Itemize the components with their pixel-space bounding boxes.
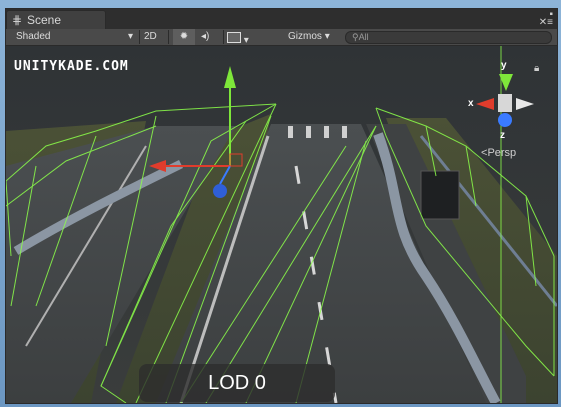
window-controls[interactable]: ▪ ✕≡ <box>539 10 553 28</box>
audio-toggle[interactable]: ◂) <box>201 29 219 45</box>
speaker-icon: ◂) <box>201 31 210 42</box>
persp-label: Persp <box>487 147 517 159</box>
dropdown-arrow-icon: ▾ <box>324 31 330 42</box>
mode-2d-button[interactable]: 2D <box>144 29 164 45</box>
scene-toolbar: Shaded ▾ 2D ✹ ◂) ▾ Gizmos ▾ ⚲All <box>6 29 557 46</box>
watermark-logo: UNITYKADE.COM <box>14 59 129 74</box>
shading-mode-label: Shaded <box>16 31 51 42</box>
lod-indicator: LOD 0 <box>139 364 335 402</box>
search-input[interactable]: ⚲All <box>345 31 552 44</box>
z-axis-handle[interactable] <box>213 184 227 198</box>
dropdown-arrow-icon: ▾ <box>243 35 249 46</box>
scene-window: ⋕ Scene ▪ ✕≡ Shaded ▾ 2D ✹ ◂) ▾ Gizmos ▾ <box>5 8 558 404</box>
menu-icon[interactable]: ✕≡ <box>539 18 553 28</box>
search-icon: ⚲ <box>352 32 359 42</box>
dropdown-arrow-icon: ▾ <box>128 31 134 42</box>
scene-viewport[interactable]: UNITYKADE.COM 🔒︎ y x z <Persp LOD 0 <box>6 46 557 403</box>
scene-tab[interactable]: ⋕ Scene <box>6 10 106 30</box>
scene-render <box>6 46 557 403</box>
gizmo-x-label: x <box>468 98 474 109</box>
toolbar-divider <box>223 30 224 44</box>
gizmos-dropdown[interactable]: Gizmos ▾ <box>288 29 338 45</box>
sun-icon: ✹ <box>179 31 189 42</box>
search-placeholder: All <box>358 32 369 42</box>
toolbar-divider <box>168 30 169 44</box>
gizmo-center-cube[interactable] <box>498 94 512 112</box>
grid-icon: ⋕ <box>12 13 23 27</box>
lock-icon[interactable]: 🔒︎ <box>534 63 539 74</box>
image-icon <box>227 32 241 43</box>
gizmos-label: Gizmos <box>288 31 322 42</box>
effects-dropdown[interactable]: ▾ <box>227 29 259 46</box>
road-sign <box>420 170 460 220</box>
gizmo-z-label: z <box>500 130 505 141</box>
shading-dropdown[interactable]: Shaded ▾ <box>16 29 134 45</box>
lighting-toggle[interactable]: ✹ <box>173 29 195 45</box>
toolbar-divider <box>139 30 140 44</box>
gizmo-y-label: y <box>501 60 507 71</box>
gizmo-z-cone[interactable] <box>498 113 512 127</box>
projection-toggle[interactable]: <Persp <box>481 147 516 159</box>
scene-tab-label: Scene <box>27 13 62 27</box>
tab-bar: ⋕ Scene ▪ ✕≡ <box>6 9 557 30</box>
